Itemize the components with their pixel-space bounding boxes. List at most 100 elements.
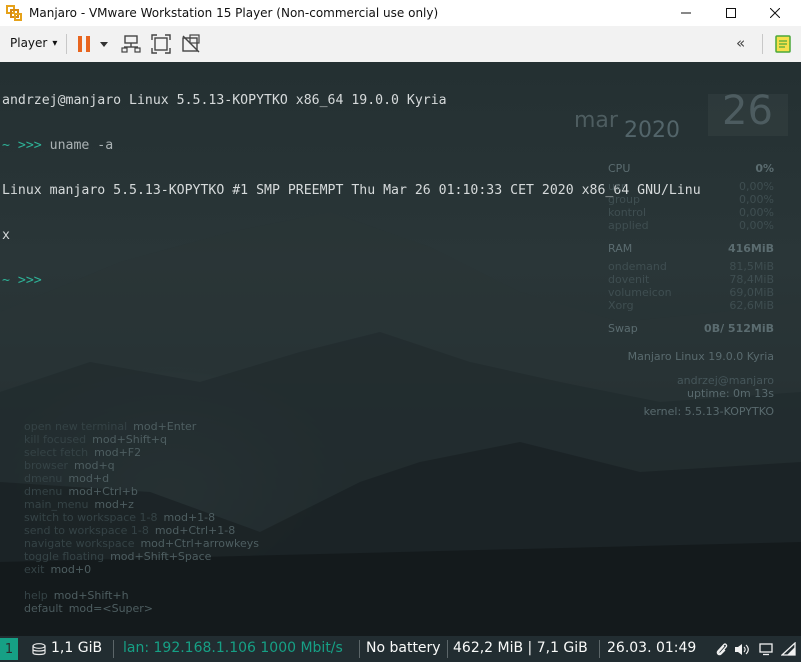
- shortcut-key: mod+Enter: [133, 420, 197, 433]
- terminal-prompt: ~ >>>: [2, 138, 42, 153]
- shortcut-row: dmenu mod+d: [24, 472, 259, 485]
- shortcut-row: browser mod+q: [24, 459, 259, 472]
- power-dropdown-icon[interactable]: [98, 34, 110, 54]
- shortcut-description: dmenu: [24, 485, 63, 498]
- disk-icon: [32, 643, 46, 656]
- date-time: 26.03. 01:49: [607, 640, 697, 656]
- shortcut-description: dmenu: [24, 472, 63, 485]
- shortcut-description: exit: [24, 563, 45, 576]
- process-name: applied: [608, 219, 649, 232]
- collapse-toolbar-icon[interactable]: «: [736, 34, 745, 52]
- shortcut-key: mod+F2: [94, 446, 142, 459]
- process-name: Xorg: [608, 299, 634, 312]
- disk-usage: 1,1 GiB: [51, 640, 103, 656]
- conky-shortcuts: open new terminal mod+Enter kill focused m…: [24, 420, 259, 615]
- ram-value: 416MiB: [727, 242, 774, 255]
- conky-year: 2020: [624, 118, 680, 143]
- shortcut-row: main_menu mod+z: [24, 498, 259, 511]
- network-devices-icon[interactable]: [121, 34, 141, 54]
- kernel: kernel: 5.5.13-KOPYTKO: [643, 405, 774, 418]
- fullscreen-icon[interactable]: [151, 34, 171, 54]
- guest-desktop[interactable]: andrzej@manjaro Linux 5.5.13-KOPYTKO x86…: [0, 62, 801, 636]
- process-value: 78,4MiB: [729, 273, 774, 286]
- process-value: 0,00%: [739, 193, 774, 206]
- network-signal-icon[interactable]: [781, 642, 796, 656]
- shortcut-description: kill focused: [24, 433, 87, 446]
- shortcut-description: toggle floating: [24, 550, 105, 563]
- swap-row: Swap 0B/ 512MiB: [608, 322, 774, 335]
- process-name: kontrol: [608, 206, 647, 219]
- shortcut-description: switch to workspace 1-8: [24, 511, 158, 524]
- cpu-label: CPU: [608, 162, 631, 175]
- display-icon[interactable]: [759, 643, 773, 656]
- shortcut-key: mod=<Super>: [68, 602, 154, 615]
- host-name: andrzej@manjaro: [676, 374, 774, 387]
- process-name: usr: [608, 180, 626, 193]
- process-value: 0,00%: [739, 180, 774, 193]
- conky-day-box: 26: [708, 88, 788, 136]
- shortcut-row: dmenu mod+Ctrl+b: [24, 485, 259, 498]
- process-name: volumeicon: [608, 286, 672, 299]
- vmware-toolbar: Player ▾ «: [0, 26, 801, 63]
- chevron-down-icon: ▾: [52, 37, 58, 49]
- ram-process-row: dovenit 78,4MiB: [608, 273, 774, 286]
- bar-separator: [447, 640, 448, 658]
- shortcut-key: mod+q: [74, 459, 115, 472]
- close-icon: [770, 8, 780, 18]
- shortcut-row: navigate workspace mod+Ctrl+arrowkeys: [24, 537, 259, 550]
- bar-separator: [599, 640, 600, 658]
- cpu-process-row: applied 0,00%: [608, 219, 774, 232]
- shortcut-row: kill focused mod+Shift+q: [24, 433, 259, 446]
- bar-separator: [113, 640, 114, 658]
- shortcut-row: help mod+Shift+h: [24, 589, 259, 602]
- paperclip-icon[interactable]: [715, 642, 728, 657]
- process-value: 81,5MiB: [729, 260, 774, 273]
- shortcut-description: browser: [24, 459, 69, 472]
- shortcut-key: mod+Shift+q: [92, 433, 167, 446]
- shortcut-key: mod+Ctrl+1-8: [154, 524, 236, 537]
- volume-icon[interactable]: [734, 642, 750, 657]
- toolbar-divider: [66, 34, 67, 54]
- process-value: 69,0MiB: [729, 286, 774, 299]
- ram-label: RAM: [608, 242, 633, 255]
- conky-day: 26: [722, 88, 773, 134]
- workspace-button-1[interactable]: 1: [0, 638, 18, 660]
- process-name: dovenit: [608, 273, 650, 286]
- cpu-row: CPU 0%: [608, 162, 774, 175]
- cpu-value: 0%: [755, 162, 774, 175]
- ram-process-row: Xorg 62,6MiB: [608, 299, 774, 312]
- unity-mode-icon[interactable]: [181, 34, 201, 54]
- process-name: ondemand: [608, 260, 667, 273]
- shortcut-description: select fetch: [24, 446, 89, 459]
- swap-value: 0B/ 512MiB: [704, 322, 774, 335]
- pause-icon[interactable]: [75, 34, 95, 54]
- minimize-button[interactable]: [663, 0, 709, 26]
- ram-process-row: ondemand 81,5MiB: [608, 260, 774, 273]
- shortcut-key: mod+Ctrl+b: [68, 485, 138, 498]
- shortcut-row: default mod=<Super>: [24, 602, 259, 615]
- lan-status: lan: 192.168.1.106 1000 Mbit/s: [123, 640, 343, 656]
- maximize-button[interactable]: [708, 0, 754, 26]
- shortcut-row: exit mod+0: [24, 563, 259, 576]
- process-value: 0,00%: [739, 206, 774, 219]
- shortcut-row: [24, 576, 259, 589]
- shortcut-description: help: [24, 589, 48, 602]
- notes-icon[interactable]: [773, 34, 793, 54]
- terminal-command: uname -a: [41, 138, 114, 153]
- shortcut-row: open new terminal mod+Enter: [24, 420, 259, 433]
- distro-name: Manjaro Linux 19.0.0 Kyria: [627, 350, 774, 363]
- toolbar-divider: [762, 34, 763, 54]
- shortcut-key: mod+Shift+h: [53, 589, 129, 602]
- i3-status-bar: 1 1,1 GiB lan: 192.168.1.106 1000 Mbit/s…: [0, 636, 801, 662]
- close-button[interactable]: [752, 0, 798, 26]
- shortcut-key: mod+Ctrl+arrowkeys: [140, 537, 259, 550]
- cpu-process-row: usr 0,00%: [608, 180, 774, 193]
- process-value: 0,00%: [739, 219, 774, 232]
- bar-separator: [359, 640, 360, 658]
- player-menu-button[interactable]: Player ▾: [10, 36, 57, 50]
- shortcut-row: switch to workspace 1-8 mod+1-8: [24, 511, 259, 524]
- ram-process-row: volumeicon 69,0MiB: [608, 286, 774, 299]
- shortcut-key: mod+0: [50, 563, 92, 576]
- shortcut-key: mod+Shift+Space: [110, 550, 212, 563]
- shortcut-row: toggle floating mod+Shift+Space: [24, 550, 259, 563]
